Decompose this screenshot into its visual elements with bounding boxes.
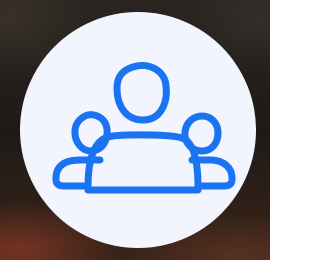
group-avatar[interactable] bbox=[20, 12, 256, 248]
people-group-icon bbox=[52, 62, 236, 194]
